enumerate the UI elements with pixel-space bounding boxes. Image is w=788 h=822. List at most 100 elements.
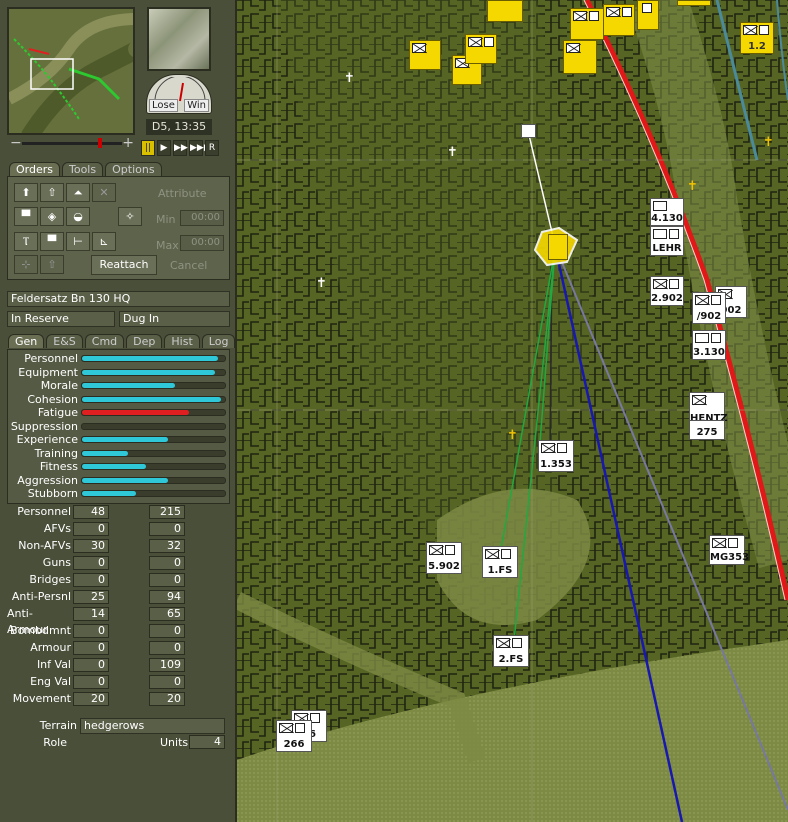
friendly-unit-counter[interactable] xyxy=(637,0,659,30)
tab-tools[interactable]: Tools xyxy=(62,162,104,176)
friendly-unit-counter[interactable]: 1.2 xyxy=(740,22,774,54)
assault-button[interactable]: ⏶ xyxy=(66,183,90,202)
enemy-unit-counter[interactable]: 2.902 xyxy=(650,276,684,306)
fast-move-button[interactable]: ⇧ xyxy=(40,183,64,202)
unit-label: 3.130 xyxy=(693,347,725,358)
zoom-out-icon[interactable]: − xyxy=(10,135,22,151)
gauge-lose-label: Lose xyxy=(149,99,178,112)
friendly-unit-counter[interactable] xyxy=(563,40,597,74)
zoom-slider[interactable]: − + xyxy=(10,135,134,151)
unit-label: 1.FS xyxy=(487,565,513,576)
hq-unit-counter[interactable] xyxy=(521,124,536,138)
stat-name: Inf Val xyxy=(36,658,71,671)
shield-icon[interactable]: ◒ xyxy=(66,207,90,226)
unit-counter[interactable]: 5.902 xyxy=(426,542,462,574)
objective-icon: ✝ xyxy=(763,135,774,150)
minimap[interactable] xyxy=(7,7,135,135)
disabled-order-button[interactable]: ✕ xyxy=(92,183,116,202)
stat-max: 109 xyxy=(149,658,185,672)
stat-name: Bridges xyxy=(29,573,71,586)
up-button[interactable]: ⇧ xyxy=(40,255,64,274)
stat-max: 215 xyxy=(149,505,185,519)
stat-max: 0 xyxy=(149,675,185,689)
attribute-fill xyxy=(82,383,175,388)
unit-name: Feldersatz Bn 130 HQ xyxy=(7,291,230,307)
detach-button[interactable]: ⊹ xyxy=(14,255,38,274)
stat-name: Non-AFVs xyxy=(18,539,71,552)
enemy-unit-counter[interactable]: /902 xyxy=(692,292,726,324)
stat-current: 20 xyxy=(73,692,109,706)
unit-status: In Reserve xyxy=(7,311,115,327)
friendly-unit-counter[interactable] xyxy=(570,8,604,40)
info-tab[interactable]: Cmd xyxy=(84,334,125,348)
defend-button[interactable]: ▀ xyxy=(14,207,38,226)
stat-name: Armour xyxy=(30,641,71,654)
info-tab[interactable]: Hist xyxy=(164,334,200,348)
attribute-row: Stubborn xyxy=(8,487,231,500)
stat-row: Guns 0 0 xyxy=(7,555,230,571)
attribute-bar xyxy=(81,490,226,497)
friendly-unit-counter[interactable] xyxy=(465,34,497,64)
pause-button[interactable]: || xyxy=(141,140,155,156)
attribute-fill xyxy=(82,450,128,456)
selected-unit-counter[interactable] xyxy=(548,234,568,260)
church-icon: ✝ xyxy=(344,71,355,86)
unit-counter[interactable]: 266 xyxy=(276,720,312,752)
reserve-button[interactable]: ▀ xyxy=(40,232,64,251)
enemy-unit-counter[interactable]: MG353 xyxy=(709,535,749,565)
info-tab[interactable]: Log xyxy=(201,334,236,348)
move-order-button[interactable]: ⬆ xyxy=(14,183,38,202)
game-window: Lose Win D5, 13:35 − + || ▶ ▶▶ ▶▶▶ R Ord… xyxy=(0,0,788,822)
target-icon[interactable]: ✧ xyxy=(118,207,142,226)
reattach-button[interactable]: Reattach xyxy=(91,255,157,275)
play-button[interactable]: ▶ xyxy=(157,140,171,156)
friendly-unit-counter[interactable] xyxy=(677,0,711,6)
zoom-knob[interactable] xyxy=(98,138,102,148)
unit-counter[interactable]: 1.FS xyxy=(482,546,518,578)
tab-orders[interactable]: Orders xyxy=(9,162,60,176)
attribute-button[interactable]: Attribute xyxy=(158,187,207,200)
fastest-button[interactable]: ▶▶▶ xyxy=(189,140,211,156)
terrain-role: Terrain hedgerows Role Units 4 xyxy=(7,718,230,752)
info-tab[interactable]: Dep xyxy=(126,334,163,348)
enemy-unit-counter[interactable]: LEHR xyxy=(650,226,684,256)
stat-row: Eng Val 0 0 xyxy=(7,674,230,690)
rest-button[interactable]: ⊢ xyxy=(66,232,90,251)
unit-counter[interactable]: 2.FS xyxy=(493,635,529,667)
bombard-button[interactable]: ⊾ xyxy=(92,232,116,251)
attribute-name: Cohesion xyxy=(27,392,78,406)
zoom-track xyxy=(22,142,122,145)
unit-label: 4.130 xyxy=(651,213,683,224)
enemy-unit-counter[interactable]: 275 xyxy=(689,420,725,440)
entrench-button[interactable]: Ⲧ xyxy=(14,232,38,251)
enemy-unit-counter[interactable]: 4.130 xyxy=(650,198,684,226)
cancel-button[interactable]: Cancel xyxy=(170,259,207,272)
friendly-unit-counter[interactable] xyxy=(487,0,523,22)
max-field[interactable]: 00:00 xyxy=(180,235,224,251)
min-field[interactable]: 00:00 xyxy=(180,210,224,226)
info-tab[interactable]: Gen xyxy=(8,334,45,348)
stat-row: Personnel 48 215 xyxy=(7,504,230,520)
stat-max: 94 xyxy=(149,590,185,604)
zoom-in-icon[interactable]: + xyxy=(122,135,134,151)
attribute-row: Experience xyxy=(8,433,231,446)
fast-forward-button[interactable]: ▶▶ xyxy=(173,140,188,156)
battle-map[interactable]: ✝ ✝ ✝ ✝ ✝ ✝ 1.2 4.130 LEHR 2.902 902 /90… xyxy=(237,0,788,822)
attribute-fill xyxy=(82,464,147,469)
church-icon: ✝ xyxy=(316,276,327,291)
enemy-unit-counter[interactable]: 3.130 xyxy=(692,330,726,360)
friendly-unit-counter[interactable] xyxy=(409,40,441,70)
victory-gauge: Lose Win xyxy=(146,74,212,114)
tab-options[interactable]: Options xyxy=(105,162,162,176)
friendly-unit-counter[interactable] xyxy=(603,4,635,36)
hold-button[interactable]: ◈ xyxy=(40,207,64,226)
attribute-fill xyxy=(82,437,168,442)
attribute-fill xyxy=(82,410,190,415)
attribute-name: Equipment xyxy=(18,365,78,379)
info-tab[interactable]: E&S xyxy=(46,334,83,348)
restart-button[interactable]: R xyxy=(205,140,219,156)
unit-counter[interactable]: 1.353 xyxy=(538,440,574,472)
stat-row: Anti-Persnl 25 94 xyxy=(7,589,230,605)
attribute-name: Fitness xyxy=(39,460,78,473)
terrain-label: Terrain xyxy=(39,719,77,732)
